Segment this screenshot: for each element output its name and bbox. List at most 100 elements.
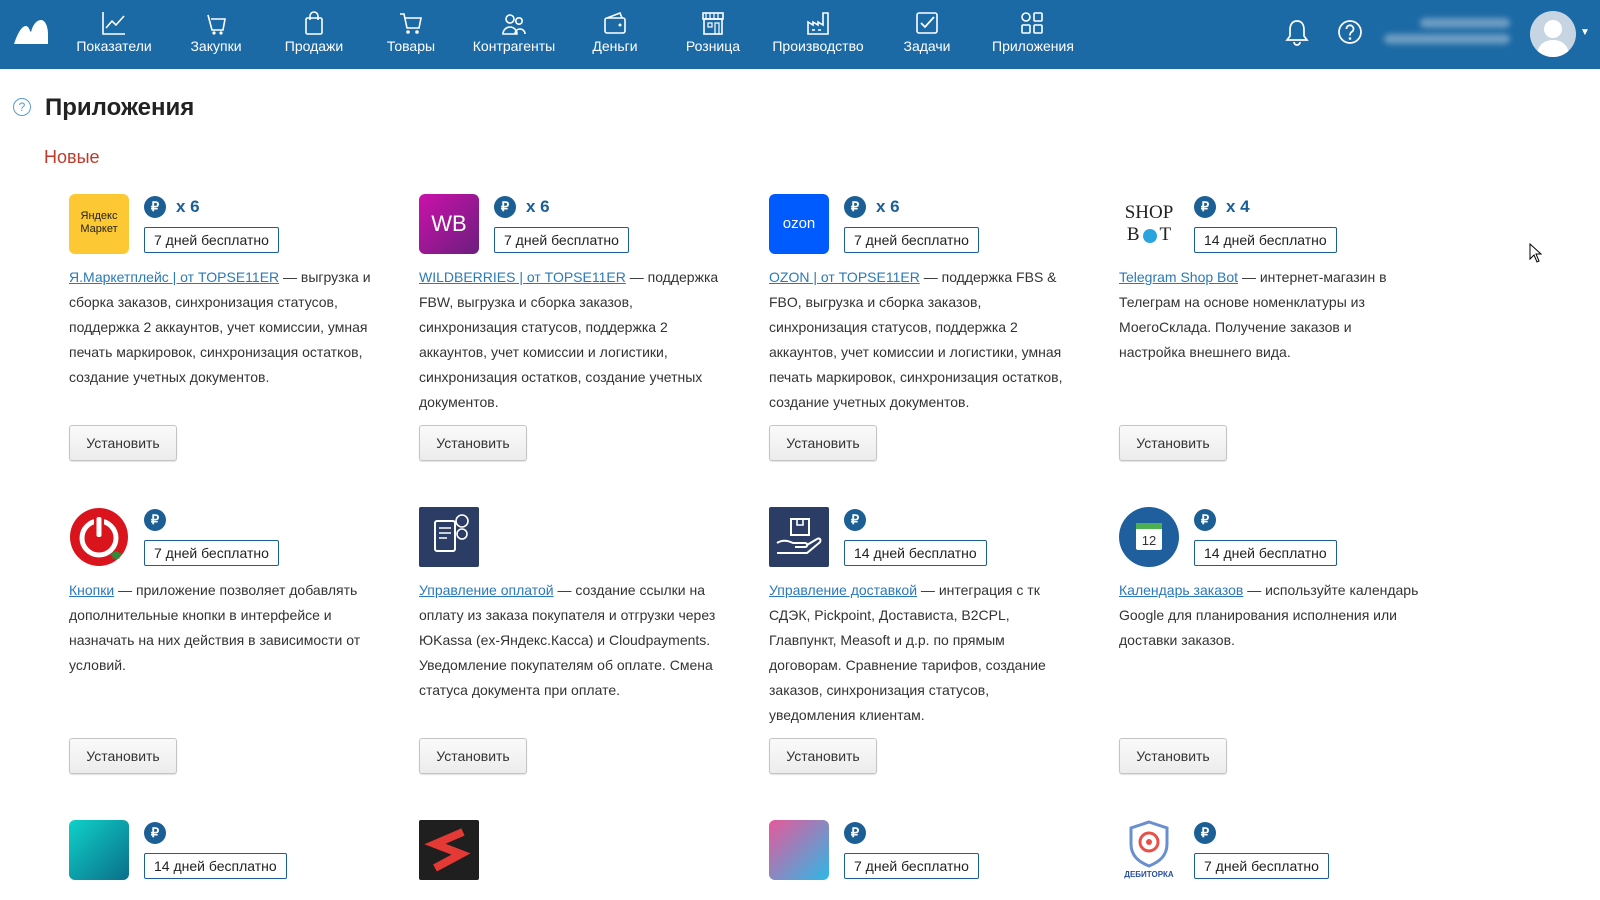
- mouse-cursor-icon: [1529, 243, 1543, 263]
- app-link[interactable]: WILDBERRIES | от TOPSE11ER: [419, 269, 626, 285]
- ruble-icon: ₽: [494, 196, 516, 218]
- nav-item-money[interactable]: Деньги: [588, 10, 642, 60]
- install-button[interactable]: Установить: [69, 425, 177, 461]
- trial-badge: 7 дней бесплатно: [1194, 853, 1329, 879]
- yandex-market-logo: Яндекс Маркет: [69, 194, 129, 254]
- red-s-logo: [419, 820, 479, 880]
- shop-bot-logo: SHOP BT: [1119, 194, 1179, 254]
- top-navigation-bar: Показатели Закупки Продажи Товары Контра…: [0, 0, 1600, 69]
- app-link[interactable]: OZON | от TOPSE11ER: [769, 269, 920, 285]
- power-icon: [70, 508, 128, 566]
- storefront-icon: [702, 12, 724, 35]
- ruble-icon: ₽: [844, 822, 866, 844]
- app-card-buttons: ₽ 7 дней бесплатно Кнопки — приложение п…: [69, 507, 374, 777]
- shield-target-icon: ДЕБИТОРКА: [1124, 820, 1174, 879]
- calendar-icon: 12: [1136, 523, 1162, 550]
- page-title: Приложения: [45, 94, 195, 121]
- nav-item-purchases[interactable]: Закупки: [184, 10, 248, 60]
- cart-icon: [400, 13, 422, 34]
- nav-item-sales[interactable]: Продажи: [280, 10, 348, 60]
- telegram-icon: [1142, 228, 1157, 243]
- app-card-delivery-management: ₽ 14 дней бесплатно Управление доставкой…: [769, 507, 1074, 777]
- svg-text:12: 12: [1142, 533, 1156, 548]
- app-card-row3-2: [419, 820, 724, 900]
- help-icon[interactable]: [1336, 18, 1364, 46]
- nav-item-counterparties[interactable]: Контрагенты: [470, 10, 558, 60]
- user-name-blurred: [1420, 18, 1510, 28]
- app-description: Календарь заказов — используйте календар…: [1119, 582, 1419, 648]
- ruble-icon: ₽: [1194, 822, 1216, 844]
- app-link[interactable]: Управление доставкой: [769, 582, 917, 598]
- app-card-telegram-shop-bot: SHOP BT ₽ x 4 14 дней бесплатно Telegram …: [1119, 194, 1424, 464]
- user-avatar-icon: [1536, 20, 1570, 57]
- power-button-logo: [69, 507, 129, 567]
- nav-item-apps[interactable]: Приложения: [992, 10, 1074, 60]
- app-description: OZON | от TOPSE11ER — поддержка FBS & FB…: [769, 269, 1063, 410]
- install-button[interactable]: Установить: [1119, 738, 1227, 774]
- app-link[interactable]: Telegram Shop Bot: [1119, 269, 1238, 285]
- chart-line-icon: [102, 12, 125, 35]
- page-help-icon[interactable]: ?: [13, 98, 31, 116]
- basket-icon: [207, 14, 226, 35]
- gradient-polygon-logo: [769, 820, 829, 880]
- wildberries-logo: WB: [419, 194, 479, 254]
- hand-box-icon: [776, 518, 822, 554]
- install-button[interactable]: Установить: [69, 738, 177, 774]
- ozon-logo: ozon: [769, 194, 829, 254]
- app-description: Управление оплатой — создание ссылки на …: [419, 582, 716, 698]
- user-email-blurred: [1384, 34, 1510, 44]
- install-button[interactable]: Установить: [419, 738, 527, 774]
- bell-icon[interactable]: [1284, 18, 1310, 46]
- app-card-ozon: ozon ₽ x 6 7 дней бесплатно OZON | от TOP…: [769, 194, 1074, 464]
- app-description: Я.Маркетплейс | от TOPSE11ER — выгрузка …: [69, 269, 371, 385]
- teal-polygon-logo: [69, 820, 129, 880]
- app-card-row3-1: ₽ 14 дней бесплатно: [69, 820, 374, 900]
- trial-badge: 14 дней бесплатно: [1194, 227, 1337, 253]
- app-link[interactable]: Календарь заказов: [1119, 582, 1243, 598]
- nav-item-goods[interactable]: Товары: [383, 10, 439, 60]
- s-mark-icon: [424, 828, 471, 872]
- delivery-logo: [769, 507, 829, 567]
- trial-badge: 14 дней бесплатно: [144, 853, 287, 879]
- nav-item-tasks[interactable]: Задачи: [902, 10, 952, 60]
- app-card-yandex-market: Яндекс Маркет ₽ x 6 7 дней бесплатно Я.Мар…: [69, 194, 374, 464]
- price-multiplier: x 4: [1226, 197, 1250, 216]
- nav-item-retail[interactable]: Розница: [684, 10, 742, 60]
- trial-badge: 7 дней бесплатно: [494, 227, 629, 253]
- install-button[interactable]: Установить: [769, 425, 877, 461]
- app-link[interactable]: Управление оплатой: [419, 582, 554, 598]
- app-description: Кнопки — приложение позволяет добавлять …: [69, 582, 361, 673]
- people-icon: [502, 14, 526, 35]
- install-button[interactable]: Установить: [1119, 425, 1227, 461]
- app-card-row3-4: ДЕБИТОРКА ₽ 7 дней бесплатно: [1119, 820, 1424, 900]
- app-description: WILDBERRIES | от TOPSE11ER — поддержка F…: [419, 269, 719, 410]
- trial-badge: 14 дней бесплатно: [844, 540, 987, 566]
- app-link[interactable]: Я.Маркетплейс | от TOPSE11ER: [69, 269, 279, 285]
- trial-badge: 7 дней бесплатно: [844, 227, 979, 253]
- ruble-icon: ₽: [844, 196, 866, 218]
- price-multiplier: x 6: [876, 197, 900, 216]
- calendar-logo: 12: [1119, 507, 1179, 567]
- nav-item-indicators[interactable]: Показатели: [74, 10, 154, 60]
- avatar[interactable]: [1530, 11, 1576, 57]
- install-button[interactable]: Установить: [419, 425, 527, 461]
- shopping-bag-icon: [305, 11, 323, 35]
- apps-grid-icon: [1021, 12, 1043, 34]
- trial-badge: 7 дней бесплатно: [144, 227, 279, 253]
- chevron-down-icon[interactable]: ▼: [1580, 27, 1590, 38]
- trial-badge: 14 дней бесплатно: [1194, 540, 1337, 566]
- ruble-icon: ₽: [844, 509, 866, 531]
- app-card-wildberries: WB ₽ x 6 7 дней бесплатно WILDBERRIES | о…: [419, 194, 724, 464]
- section-title-new: Новые: [44, 147, 100, 167]
- moysklad-logo[interactable]: [14, 18, 48, 46]
- nav-item-production[interactable]: Производство: [772, 10, 864, 60]
- debitorka-logo: ДЕБИТОРКА: [1119, 820, 1179, 880]
- trial-badge: 7 дней бесплатно: [144, 540, 279, 566]
- app-description: Управление доставкой — интеграция с тк С…: [769, 582, 1046, 723]
- app-link[interactable]: Кнопки: [69, 582, 114, 598]
- install-button[interactable]: Установить: [769, 738, 877, 774]
- ruble-icon: ₽: [144, 196, 166, 218]
- checkbox-icon: [916, 12, 938, 34]
- receipt-icon: [434, 514, 469, 552]
- user-account-info[interactable]: [1384, 18, 1514, 50]
